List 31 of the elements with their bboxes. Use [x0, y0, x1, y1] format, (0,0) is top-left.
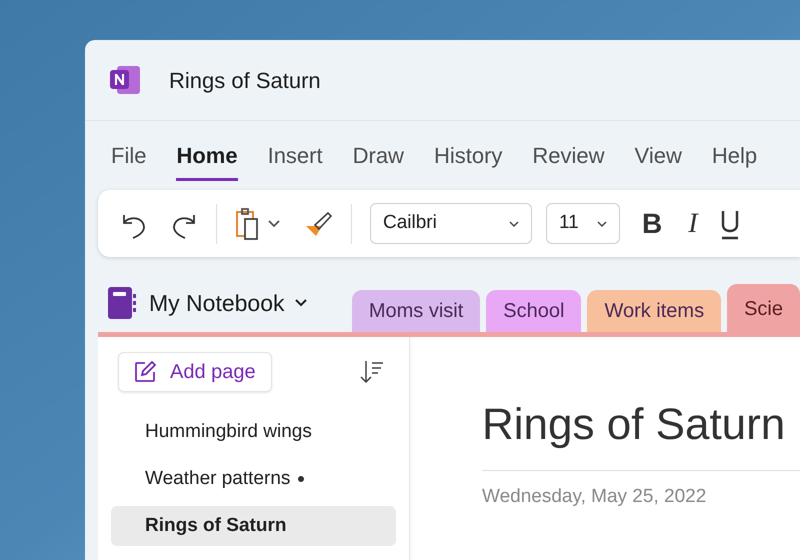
chevron-down-icon — [509, 220, 519, 226]
page-date: Wednesday, May 25, 2022 — [482, 485, 708, 509]
notebook-icon — [107, 286, 137, 320]
window-title: Rings of Saturn — [169, 66, 321, 95]
menu-tab[interactable]: Help — [712, 130, 758, 180]
menu-tab[interactable]: Home — [176, 130, 238, 180]
page-item[interactable]: Weather patterns — [111, 459, 396, 499]
font-dropdown[interactable]: Cailbri — [370, 203, 532, 244]
menu-tab[interactable]: History — [434, 130, 502, 180]
chevron-down-icon — [597, 220, 607, 226]
page-item[interactable]: Hummingbird wings — [111, 412, 396, 452]
page-item[interactable]: Rings of Saturn — [111, 506, 396, 546]
app-logo-icon — [109, 64, 141, 96]
section-tab[interactable]: Scie — [727, 284, 800, 332]
menu-tab[interactable]: Insert — [268, 130, 323, 180]
page-title[interactable]: Rings of Saturn — [482, 392, 800, 471]
edit-icon — [134, 361, 156, 383]
font-size-dropdown[interactable]: 11 — [546, 203, 620, 244]
chevron-down-icon — [294, 299, 307, 307]
section-tab[interactable]: School — [486, 290, 582, 332]
menu-tab[interactable]: View — [634, 130, 682, 180]
italic-button[interactable]: I — [684, 202, 702, 244]
sort-icon[interactable] — [359, 359, 385, 385]
add-page-button[interactable]: Add page — [118, 352, 272, 392]
section-tab[interactable]: Work items — [587, 290, 722, 332]
section-tab[interactable]: Moms visit — [352, 290, 480, 332]
menu-tab[interactable]: Draw — [352, 130, 404, 180]
notebook-dropdown[interactable]: My Notebook — [149, 286, 307, 320]
menu-tab[interactable]: Review — [532, 130, 605, 180]
bold-button[interactable]: B — [638, 202, 666, 244]
menu-tab[interactable]: File — [111, 130, 146, 180]
